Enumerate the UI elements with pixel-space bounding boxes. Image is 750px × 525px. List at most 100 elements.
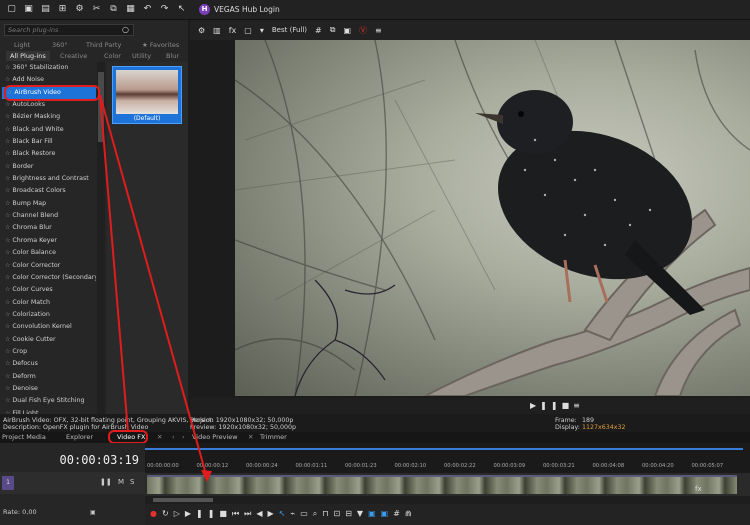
- next-frame-icon[interactable]: ▶: [268, 509, 279, 518]
- favorite-star-icon[interactable]: ☆: [5, 163, 10, 170]
- stop-icon[interactable]: ■: [562, 401, 574, 410]
- favorite-star-icon[interactable]: ☆: [5, 187, 10, 194]
- video-fx-icon[interactable]: fx: [229, 26, 237, 35]
- timeline-scrollbar[interactable]: [145, 496, 750, 504]
- menu-icon[interactable]: ≡: [573, 401, 584, 410]
- redo-icon[interactable]: ↷: [159, 4, 170, 15]
- plugin-list-item[interactable]: ☆ Border: [0, 161, 96, 173]
- plugin-list-item[interactable]: ☆ Broadcast Colors: [0, 185, 96, 197]
- chevron-left-icon[interactable]: ‹: [172, 433, 175, 441]
- favorite-star-icon[interactable]: ☆: [5, 373, 10, 380]
- search-icon[interactable]: ○: [122, 25, 129, 34]
- favorite-star-icon[interactable]: ☆: [5, 323, 10, 330]
- plugin-list-item[interactable]: ☆ 360° Stabilization: [0, 62, 96, 74]
- settings-gear-icon[interactable]: ⚙: [74, 4, 85, 15]
- favorite-star-icon[interactable]: ☆: [5, 336, 10, 343]
- loop-region-bar[interactable]: [145, 448, 743, 450]
- favorite-star-icon[interactable]: ☆: [5, 249, 10, 256]
- open-folder-icon[interactable]: ▣: [23, 4, 34, 15]
- marker-icon[interactable]: ▼: [357, 509, 368, 518]
- close-icon[interactable]: ✕: [157, 433, 162, 441]
- favorite-star-icon[interactable]: ☆: [5, 262, 10, 269]
- plugin-list-item[interactable]: ☆ Color Match: [0, 297, 96, 309]
- tab-utility[interactable]: Utility: [132, 52, 151, 60]
- plugin-list-item[interactable]: ☆ Color Curves: [0, 284, 96, 296]
- plugin-list-scrollbar[interactable]: [97, 62, 105, 427]
- undo-icon[interactable]: ↶: [142, 4, 153, 15]
- favorite-star-icon[interactable]: ☆: [5, 126, 10, 133]
- plugin-list-item[interactable]: ☆ Deform: [0, 371, 96, 383]
- timeline-scrollbar-thumb[interactable]: [153, 498, 213, 502]
- plugin-list-item[interactable]: ☆ Channel Blend: [0, 210, 96, 222]
- copy-snapshot-icon[interactable]: ⧉: [330, 25, 336, 35]
- favorite-star-icon[interactable]: ☆: [5, 385, 10, 392]
- tab-blur[interactable]: Blur: [166, 52, 179, 60]
- vegas-hub-login[interactable]: H VEGAS Hub Login: [199, 4, 280, 15]
- favorite-star-icon[interactable]: ☆: [5, 76, 10, 83]
- pause-icon[interactable]: ❚❚: [196, 509, 219, 518]
- mute-button[interactable]: M: [118, 478, 130, 486]
- scrollbar-thumb[interactable]: [98, 72, 104, 142]
- plugin-list-item[interactable]: ☆ Bump Map: [0, 198, 96, 210]
- plugin-list-item[interactable]: ☆ Denoise: [0, 383, 96, 395]
- plugin-list-item[interactable]: ☆ Cookie Cutter: [0, 334, 96, 346]
- ripple-icon[interactable]: ▣: [368, 509, 381, 518]
- overlays-grid-icon[interactable]: #: [315, 26, 322, 35]
- preset-default[interactable]: (Default): [112, 66, 182, 124]
- cut-icon[interactable]: ✂: [91, 4, 102, 15]
- go-to-end-icon[interactable]: ⏭: [244, 509, 256, 518]
- play-icon[interactable]: ▶: [530, 401, 540, 410]
- favorite-star-icon[interactable]: ☆: [5, 212, 10, 219]
- stop-icon[interactable]: ■: [219, 509, 232, 518]
- magnet-icon[interactable]: ⋒: [405, 509, 417, 518]
- plugin-list-item[interactable]: ☆ Dual Fish Eye Stitching: [0, 395, 96, 407]
- plugin-list-item[interactable]: ☆ Colorization: [0, 309, 96, 321]
- favorite-star-icon[interactable]: ☆: [5, 138, 10, 145]
- go-to-start-icon[interactable]: ⏮: [232, 509, 244, 518]
- favorite-star-icon[interactable]: ☆: [5, 397, 10, 404]
- copy-icon[interactable]: ⧉: [108, 4, 119, 15]
- plugin-search-input[interactable]: Search plug-ins: [4, 24, 134, 36]
- pointer-icon[interactable]: ↖: [176, 4, 187, 15]
- tab-360[interactable]: 360°: [52, 41, 68, 49]
- plugin-list-item[interactable]: ☆ Black Restore: [0, 148, 96, 160]
- plugin-list-item[interactable]: ☆ Color Corrector (Secondary): [0, 272, 96, 284]
- plugin-list-item[interactable]: ☆ Black Bar Fill: [0, 136, 96, 148]
- plugin-list-item[interactable]: ☆ Bézier Masking: [0, 111, 96, 123]
- timeline-ruler[interactable]: 00:00:00:00 00:00:00:12 00:00:00:24 00:00:0…: [145, 443, 750, 473]
- vegas-v-icon[interactable]: Ⓥ: [359, 25, 367, 36]
- loop-icon[interactable]: ↻: [162, 509, 174, 518]
- paste-icon[interactable]: ▦: [125, 4, 136, 15]
- preview-quality-select[interactable]: Best (Full): [272, 26, 307, 34]
- solo-button[interactable]: S: [130, 478, 140, 486]
- plugin-list-item[interactable]: ☆ Defocus: [0, 358, 96, 370]
- favorite-star-icon[interactable]: ☆: [5, 175, 10, 182]
- favorite-star-icon[interactable]: ☆: [5, 311, 10, 318]
- chevron-down-icon[interactable]: ▾: [260, 26, 264, 35]
- save-snapshot-icon[interactable]: ▣: [343, 26, 351, 35]
- menu-icon[interactable]: ≡: [375, 26, 382, 35]
- favorite-star-icon[interactable]: ☆: [5, 299, 10, 306]
- favorite-star-icon[interactable]: ☆: [5, 274, 10, 281]
- pause-icon[interactable]: ❚❚: [540, 401, 561, 410]
- tab-explorer[interactable]: Explorer: [66, 433, 93, 441]
- split-screen-icon[interactable]: ▥: [213, 26, 221, 35]
- lock-icon[interactable]: ⊡: [334, 509, 346, 518]
- tab-all-plugins[interactable]: All Plug-ins: [6, 51, 50, 61]
- close-icon[interactable]: ✕: [248, 433, 253, 441]
- auto-crossfade-icon[interactable]: ▣: [381, 509, 394, 518]
- plugin-list-item[interactable]: ☆ Color Corrector: [0, 260, 96, 272]
- pause-track-icon[interactable]: ❚❚: [100, 478, 112, 486]
- envelope-tool-icon[interactable]: ⌁: [290, 509, 300, 518]
- tab-video-preview[interactable]: Video Preview: [192, 433, 238, 441]
- split-icon[interactable]: ⊟: [345, 509, 357, 518]
- new-file-icon[interactable]: ▢: [6, 4, 17, 15]
- play-from-start-icon[interactable]: ▷: [174, 509, 185, 518]
- zoom-tool-icon[interactable]: ⌕: [313, 509, 322, 518]
- grid-icon[interactable]: #: [393, 509, 405, 518]
- favorite-star-icon[interactable]: ☆: [5, 237, 10, 244]
- favorite-star-icon[interactable]: ☆: [5, 200, 10, 207]
- record-icon[interactable]: ●: [150, 509, 162, 518]
- tab-light[interactable]: Light: [14, 41, 30, 49]
- favorite-star-icon[interactable]: ☆: [5, 150, 10, 157]
